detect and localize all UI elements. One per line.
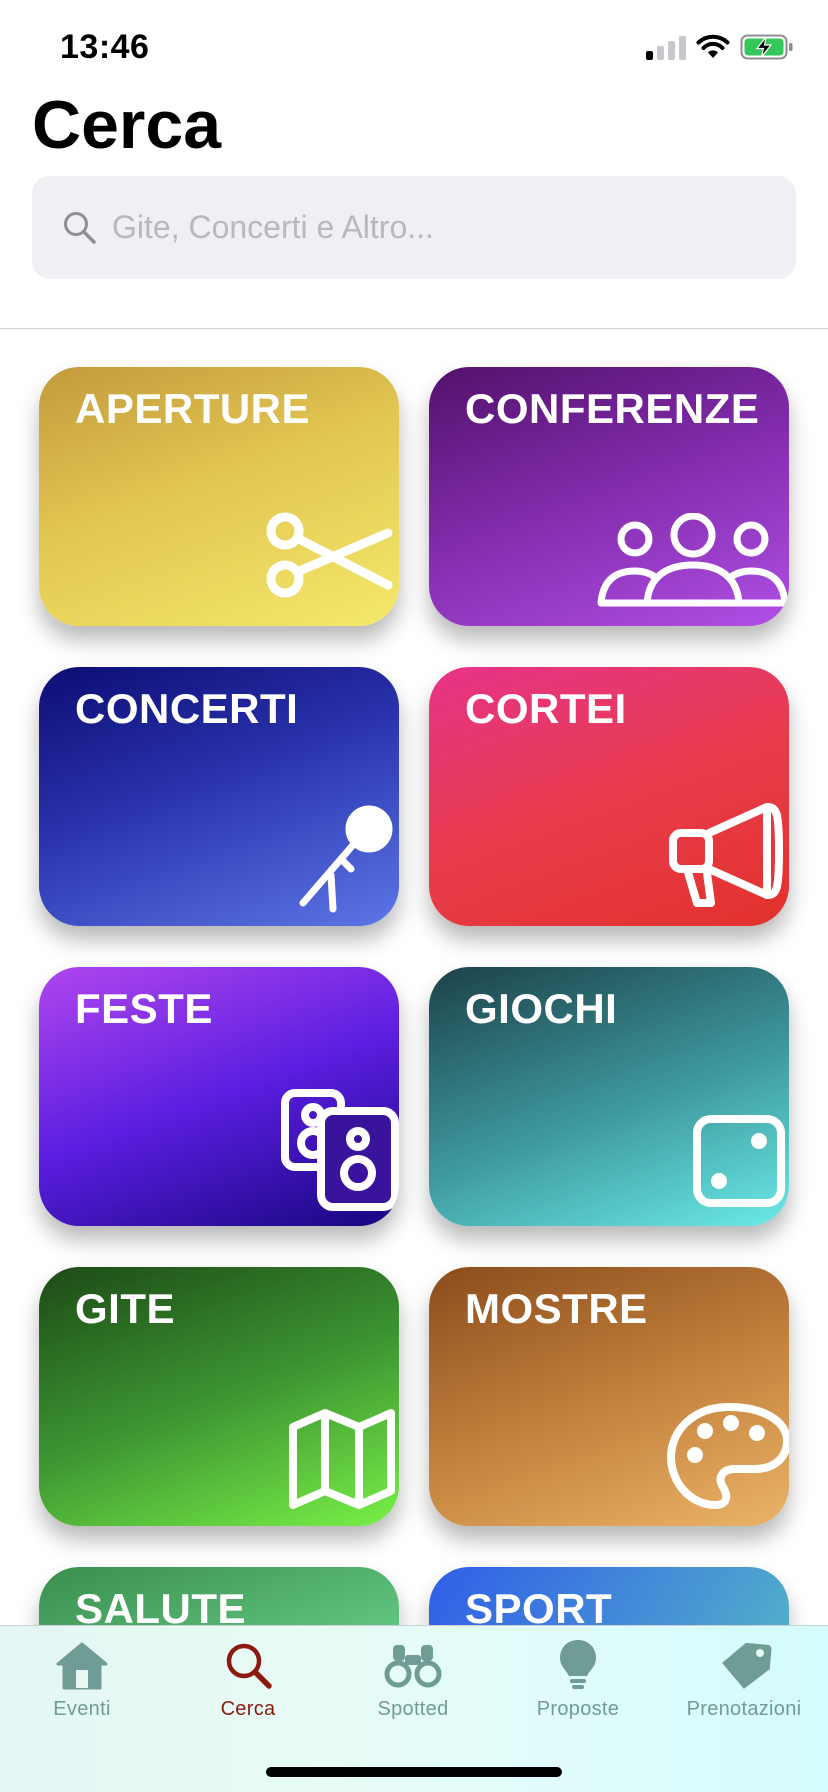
category-card-concerti[interactable]: CONCERTI — [39, 667, 399, 926]
category-card-gite[interactable]: GITE — [39, 1267, 399, 1526]
search-icon — [218, 1638, 278, 1692]
category-card-conferenze[interactable]: CONFERENZE — [429, 367, 789, 626]
map-icon — [289, 1409, 395, 1509]
status-time: 13:46 — [60, 28, 150, 66]
category-card-mostre[interactable]: MOSTRE — [429, 1267, 789, 1526]
status-bar: 13:46 — [0, 0, 828, 100]
tab-label: Eventi — [53, 1698, 111, 1720]
category-label: MOSTRE — [465, 1285, 648, 1332]
cellular-signal-icon — [646, 34, 686, 60]
divider — [0, 328, 828, 329]
category-label: GITE — [75, 1285, 176, 1332]
category-label: CONCERTI — [75, 685, 299, 732]
category-card-giochi[interactable]: GIOCHI — [429, 967, 789, 1226]
category-label: APERTURE — [75, 385, 311, 432]
scissors-icon — [266, 512, 393, 598]
status-icons — [646, 34, 794, 60]
battery-charging-icon — [740, 34, 793, 60]
category-label: FESTE — [75, 985, 213, 1032]
tab-label: Spotted — [377, 1698, 449, 1720]
speakers-icon — [281, 1089, 399, 1211]
tab-cerca[interactable]: Cerca — [165, 1638, 331, 1738]
search-icon — [64, 211, 96, 244]
tag-icon — [714, 1638, 774, 1692]
search-bar[interactable] — [32, 176, 796, 279]
home-indicator — [266, 1767, 562, 1777]
tab-prenotazioni[interactable]: Prenotazioni — [661, 1638, 827, 1738]
tab-label: Proposte — [536, 1698, 620, 1720]
binoculars-icon — [383, 1638, 443, 1692]
wifi-icon — [696, 34, 730, 58]
search-screen: 13:46 Cerca Gite, Concerti e Altro... AP… — [0, 0, 828, 1792]
dice-icon — [693, 1115, 785, 1207]
tab-label: Prenotazioni — [686, 1698, 802, 1720]
microphone-icon — [299, 805, 393, 913]
search-input[interactable] — [112, 209, 712, 246]
lightbulb-icon — [548, 1638, 608, 1692]
category-label: GIOCHI — [465, 985, 618, 1032]
tab-label: Cerca — [220, 1698, 276, 1720]
page-title: Cerca — [32, 87, 222, 163]
category-label: CORTEI — [465, 685, 627, 732]
megaphone-icon — [669, 803, 783, 907]
home-icon — [52, 1638, 112, 1692]
tab-spotted[interactable]: Spotted — [330, 1638, 496, 1738]
category-card-aperture[interactable]: APERTURE — [39, 367, 399, 626]
people-group-icon — [597, 513, 789, 607]
tab-eventi[interactable]: Eventi — [0, 1638, 165, 1738]
category-card-feste[interactable]: FESTE — [39, 967, 399, 1226]
palette-icon — [667, 1403, 789, 1509]
category-label: CONFERENZE — [465, 385, 760, 432]
category-card-cortei[interactable]: CORTEI — [429, 667, 789, 926]
tab-proposte[interactable]: Proposte — [495, 1638, 661, 1738]
